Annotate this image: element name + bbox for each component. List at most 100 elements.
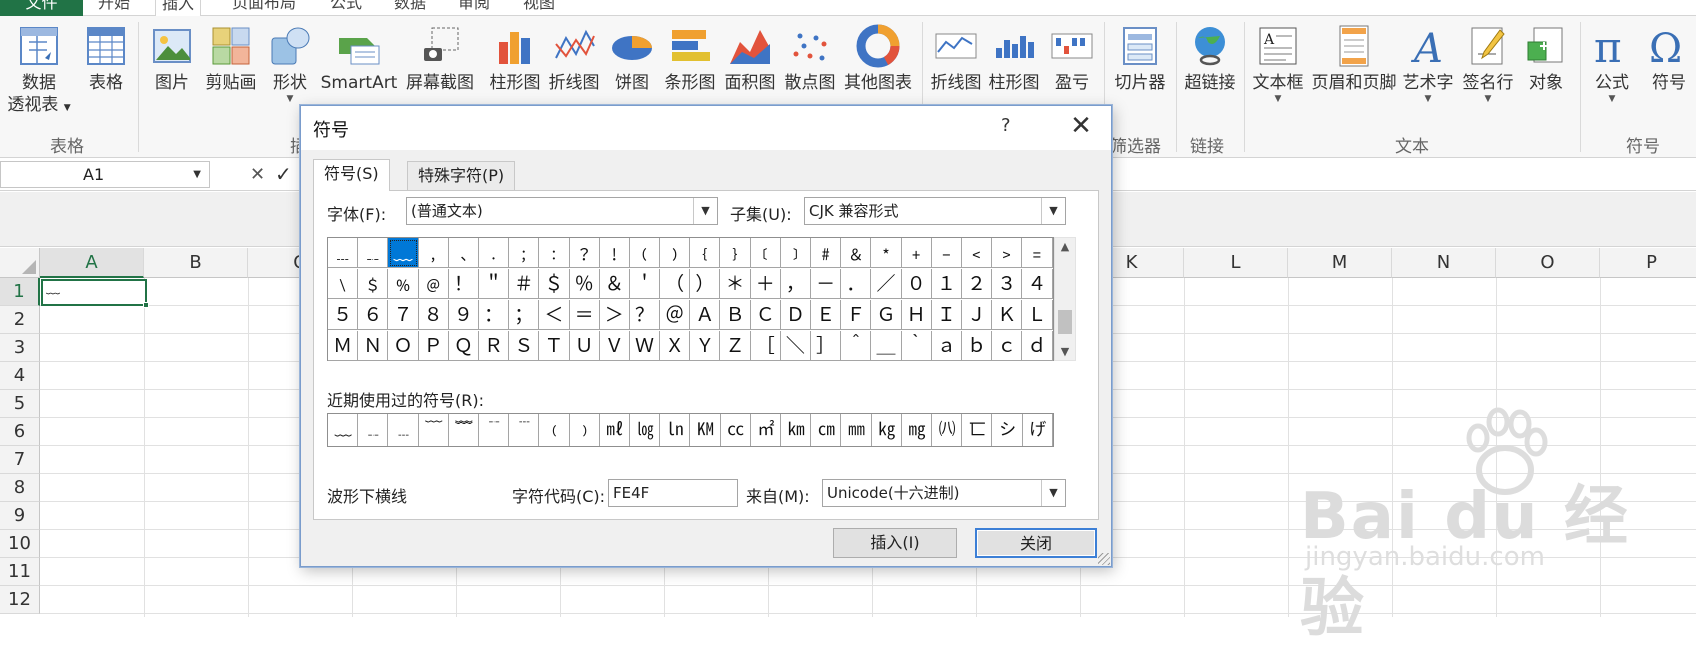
symbol-cell[interactable]: ８ — [418, 300, 449, 330]
row-header-1[interactable]: 1 — [0, 278, 40, 306]
symbol-cell[interactable]: ﹢ — [901, 238, 932, 268]
chevron-down-icon[interactable]: ▼ — [193, 162, 201, 187]
scroll-down-icon[interactable]: ▼ — [1055, 345, 1075, 358]
column-header-o[interactable]: O — [1496, 248, 1600, 278]
symbol-cell[interactable]: ＂ — [478, 269, 510, 299]
row-header-10[interactable]: 10 — [0, 530, 40, 558]
row-header-2[interactable]: 2 — [0, 306, 40, 334]
insert-button[interactable]: 插入(I) — [833, 528, 957, 558]
symbol-cell[interactable]: ＋ — [750, 269, 781, 299]
pivot-table-button[interactable]: 数据 透视表 ▼ — [2, 22, 76, 142]
symbol-cell[interactable]: ］ — [811, 331, 842, 361]
tab-insert[interactable]: 插入 — [155, 0, 202, 17]
symbol-cell[interactable]: ﹣ — [931, 238, 962, 268]
row-header-7[interactable]: 7 — [0, 446, 40, 474]
symbol-cell[interactable]: ＞ — [599, 300, 630, 330]
row-header-5[interactable]: 5 — [0, 390, 40, 418]
symbol-cell[interactable]: ． — [841, 269, 872, 299]
symbol-cell[interactable]: ﹞ — [780, 238, 811, 268]
recent-symbol-cell[interactable]: ㏄ — [721, 414, 751, 446]
symbol-cell[interactable]: ﹕ — [539, 238, 570, 268]
chevron-down-icon[interactable]: ▼ — [1041, 480, 1065, 506]
symbol-cell[interactable]: ﹗ — [599, 238, 630, 268]
symbol-cell[interactable]: ﹥ — [992, 238, 1023, 268]
symbol-cell[interactable]: Ｗ — [629, 331, 661, 361]
symbol-cell[interactable]: Ｇ — [871, 300, 902, 330]
symbol-grid-scrollbar[interactable]: ▲ ▼ — [1054, 237, 1076, 361]
symbol-cell[interactable]: Ｃ — [750, 300, 781, 330]
cancel-icon[interactable]: ✕ — [250, 164, 265, 185]
column-header-p[interactable]: P — [1600, 248, 1696, 278]
symbol-cell[interactable]: ！ — [448, 269, 479, 299]
scroll-up-icon[interactable]: ▲ — [1055, 240, 1075, 253]
enter-check-icon[interactable]: ✓ — [275, 162, 292, 186]
tab-special-characters[interactable]: 特殊字符(P) — [407, 161, 516, 191]
symbol-cell[interactable]: ， — [780, 269, 811, 299]
symbol-cell[interactable]: ﹎ — [358, 238, 389, 268]
symbol-cell[interactable]: ﹫ — [418, 269, 449, 299]
symbol-cell[interactable]: ｃ — [992, 331, 1023, 361]
recent-symbol-cell[interactable]: ㎏ — [872, 414, 902, 446]
symbol-cell[interactable]: ＝ — [569, 300, 600, 330]
recent-symbol-cell[interactable]: ㎡ — [751, 414, 782, 446]
symbol-cell[interactable]: ／ — [871, 269, 902, 299]
symbol-cell[interactable]: Ｉ — [931, 300, 962, 330]
symbol-cell[interactable]: １ — [931, 269, 962, 299]
symbol-cell[interactable]: ﹔ — [509, 238, 540, 268]
object-button[interactable]: 对象 — [1518, 22, 1574, 142]
help-icon[interactable]: ? — [1001, 115, 1011, 136]
symbol-cell[interactable]: Ｊ — [961, 300, 993, 330]
recent-symbol-cell[interactable]: ㎝ — [811, 414, 842, 446]
font-select[interactable]: (普通文本) ▼ — [406, 197, 718, 225]
row-header-8[interactable]: 8 — [0, 474, 40, 502]
symbol-cell[interactable]: ﹨ — [328, 269, 359, 299]
recent-symbol-cell[interactable]: ﹋ — [419, 414, 449, 446]
symbol-cell[interactable]: ﹒ — [478, 238, 510, 268]
symbol-cell[interactable]: Ｏ — [388, 331, 419, 361]
slicer-button[interactable]: 切片器 — [1108, 22, 1172, 142]
name-box[interactable]: A1 ▼ — [0, 161, 210, 188]
clipart-button[interactable]: 剪贴画 — [200, 22, 262, 142]
symbol-cell[interactable]: ＄ — [539, 269, 570, 299]
recent-symbol-cell[interactable]: ﹎ — [358, 414, 389, 446]
recent-symbol-cell[interactable]: シ — [992, 414, 1023, 446]
symbol-cell[interactable]: ﹙ — [629, 238, 661, 268]
recent-symbol-cell[interactable]: ﹌ — [449, 414, 480, 446]
symbol-cell[interactable]: ＠ — [660, 300, 691, 330]
recent-symbol-cell[interactable]: ㈧ — [932, 414, 963, 446]
symbol-cell[interactable]: ： — [478, 300, 510, 330]
symbol-button[interactable]: Ω 符号 — [1644, 22, 1694, 142]
symbol-cell[interactable]: Ｅ — [811, 300, 842, 330]
symbol-cell[interactable]: Ｑ — [448, 331, 479, 361]
row-header-3[interactable]: 3 — [0, 334, 40, 362]
chevron-down-icon[interactable]: ▼ — [693, 198, 717, 224]
symbol-cell[interactable]: ＿ — [871, 331, 902, 361]
select-all-corner[interactable] — [0, 248, 40, 278]
symbol-cell[interactable]: Ｋ — [992, 300, 1023, 330]
recent-symbol-cell[interactable]: げ — [1023, 414, 1053, 446]
symbol-cell[interactable]: ﹐ — [418, 238, 449, 268]
symbol-cell[interactable]: Ｍ — [328, 331, 359, 361]
resize-grip[interactable] — [1098, 553, 1110, 565]
symbol-cell[interactable]: ﹤ — [961, 238, 993, 268]
row-header-12[interactable]: 12 — [0, 586, 40, 614]
symbol-cell[interactable]: ＼ — [780, 331, 811, 361]
recent-symbol-cell[interactable]: ㎜ — [841, 414, 872, 446]
symbol-cell[interactable]: ﹖ — [569, 238, 600, 268]
close-icon[interactable]: ✕ — [1061, 109, 1101, 145]
symbol-cell[interactable]: Ｔ — [539, 331, 570, 361]
symbol-cell[interactable]: ﹩ — [358, 269, 389, 299]
recent-symbol-cell[interactable]: ﹉ — [509, 414, 540, 446]
symbol-cell[interactable]: ３ — [992, 269, 1023, 299]
recent-symbol-cell[interactable]: ㏎ — [690, 414, 721, 446]
symbol-cell[interactable]: ＇ — [629, 269, 661, 299]
scroll-thumb[interactable] — [1058, 310, 1072, 334]
symbol-cell[interactable]: ５ — [328, 300, 359, 330]
picture-button[interactable]: 图片 — [146, 22, 198, 142]
column-header-b[interactable]: B — [144, 248, 248, 278]
symbol-cell[interactable]: ９ — [448, 300, 479, 330]
symbol-cell[interactable]: ＊ — [720, 269, 751, 299]
symbol-cell[interactable]: ＆ — [599, 269, 630, 299]
column-header-a[interactable]: A — [40, 248, 144, 278]
tab-review[interactable]: 审阅 — [452, 0, 496, 16]
